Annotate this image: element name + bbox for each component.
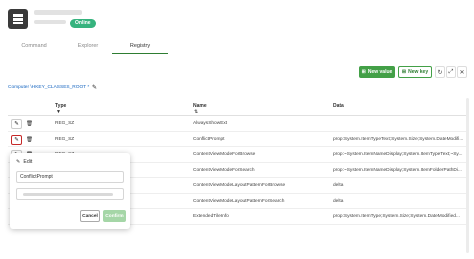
edit-button[interactable]: ✎ (11, 119, 22, 129)
cell-data: prop:~System.ItemNameDisplay;System.Item… (333, 167, 462, 173)
refresh-button[interactable]: ↻ (435, 66, 445, 78)
plus-icon: ⊞ (401, 69, 407, 75)
plus-icon: ⊞ (361, 69, 366, 75)
table-header: Type ▼ Name ⇅ Data (8, 97, 468, 116)
filter-icon[interactable]: ▼ (56, 109, 61, 115)
cell-name: ContentViewModeForSearch (193, 167, 255, 173)
table-row[interactable]: ✎ 🗑 REG_SZ AlwaysShowExt (8, 116, 468, 132)
cell-name: ContentViewModeForBrowse (193, 152, 256, 157)
cell-data: prop:System.ItemType;System.Size;System.… (333, 214, 460, 219)
refresh-icon: ↻ (437, 69, 443, 76)
registry-page: Online Command Explorer Registry ⊞ New v… (0, 0, 474, 259)
cancel-button[interactable]: Cancel (80, 210, 100, 222)
new-key-button[interactable]: ⊞ New key (398, 66, 432, 78)
cell-name: ExtendedTileInfo (193, 214, 229, 219)
cell-name: AlwaysShowExt (193, 121, 228, 126)
expand-icon: ⤢ (448, 68, 454, 75)
expand-button[interactable]: ⤢ (446, 66, 456, 78)
cell-data: prop:~System.ItemNameDisplay;System.Item… (333, 152, 463, 157)
new-key-label: New key (408, 69, 429, 75)
confirm-button[interactable]: Confirm (103, 210, 126, 222)
cell-data: prop:System.ItemTypeText;System.Size;Sys… (333, 136, 464, 142)
delete-button[interactable]: 🗑 (25, 135, 34, 145)
close-icon: ✕ (459, 69, 465, 76)
trash-icon: 🗑 (26, 136, 33, 143)
device-info-redacted (34, 20, 66, 24)
pencil-icon: ✎ (14, 136, 19, 143)
tab-registry[interactable]: Registry (112, 40, 168, 54)
cell-type: REG_SZ (55, 136, 75, 142)
new-value-label: New value (367, 69, 393, 75)
cell-name: ConflictPrompt (193, 136, 225, 142)
popup-title-text: Edit (23, 159, 33, 165)
pencil-icon[interactable]: ✎ (92, 84, 97, 91)
popup-title: ✎ Edit (16, 159, 32, 165)
trash-icon: 🗑 (26, 121, 33, 127)
cell-data: delta (333, 198, 344, 204)
cell-name: ContentViewModeLayoutPatternForBrowse (193, 183, 286, 188)
edit-button[interactable]: ✎ (11, 134, 22, 145)
tab-bar: Command Explorer Registry (0, 40, 474, 54)
tab-explorer[interactable]: Explorer (58, 40, 118, 54)
server-icon (8, 9, 28, 29)
cell-name: ContentViewModeLayoutPatternForSearch (193, 198, 285, 204)
table-row[interactable]: ✎ 🗑 REG_SZ ConflictPrompt prop:System.ItemTy… (8, 132, 468, 147)
tab-command[interactable]: Command (4, 40, 64, 54)
cell-data: delta (333, 183, 344, 188)
pencil-icon: ✎ (14, 121, 19, 127)
close-button[interactable]: ✕ (457, 66, 467, 78)
delete-button[interactable]: 🗑 (25, 119, 34, 129)
value-data-input[interactable] (16, 188, 124, 200)
column-data[interactable]: Data (333, 103, 344, 109)
sort-icon[interactable]: ⇅ (194, 109, 198, 115)
scrollbar[interactable] (466, 98, 469, 253)
status-badge: Online (70, 19, 96, 28)
breadcrumb[interactable]: Computer \HKEY_CLASSES_ROOT * (8, 85, 89, 90)
value-name-input[interactable]: ConflictPrompt (16, 171, 124, 183)
cell-type: REG_SZ (55, 121, 75, 126)
edit-popup: ✎ Edit ConflictPrompt Cancel Confirm (10, 153, 130, 229)
pencil-icon: ✎ (16, 159, 21, 165)
new-value-button[interactable]: ⊞ New value (359, 66, 395, 78)
device-name-redacted (34, 10, 82, 15)
redacted-text (23, 193, 113, 196)
